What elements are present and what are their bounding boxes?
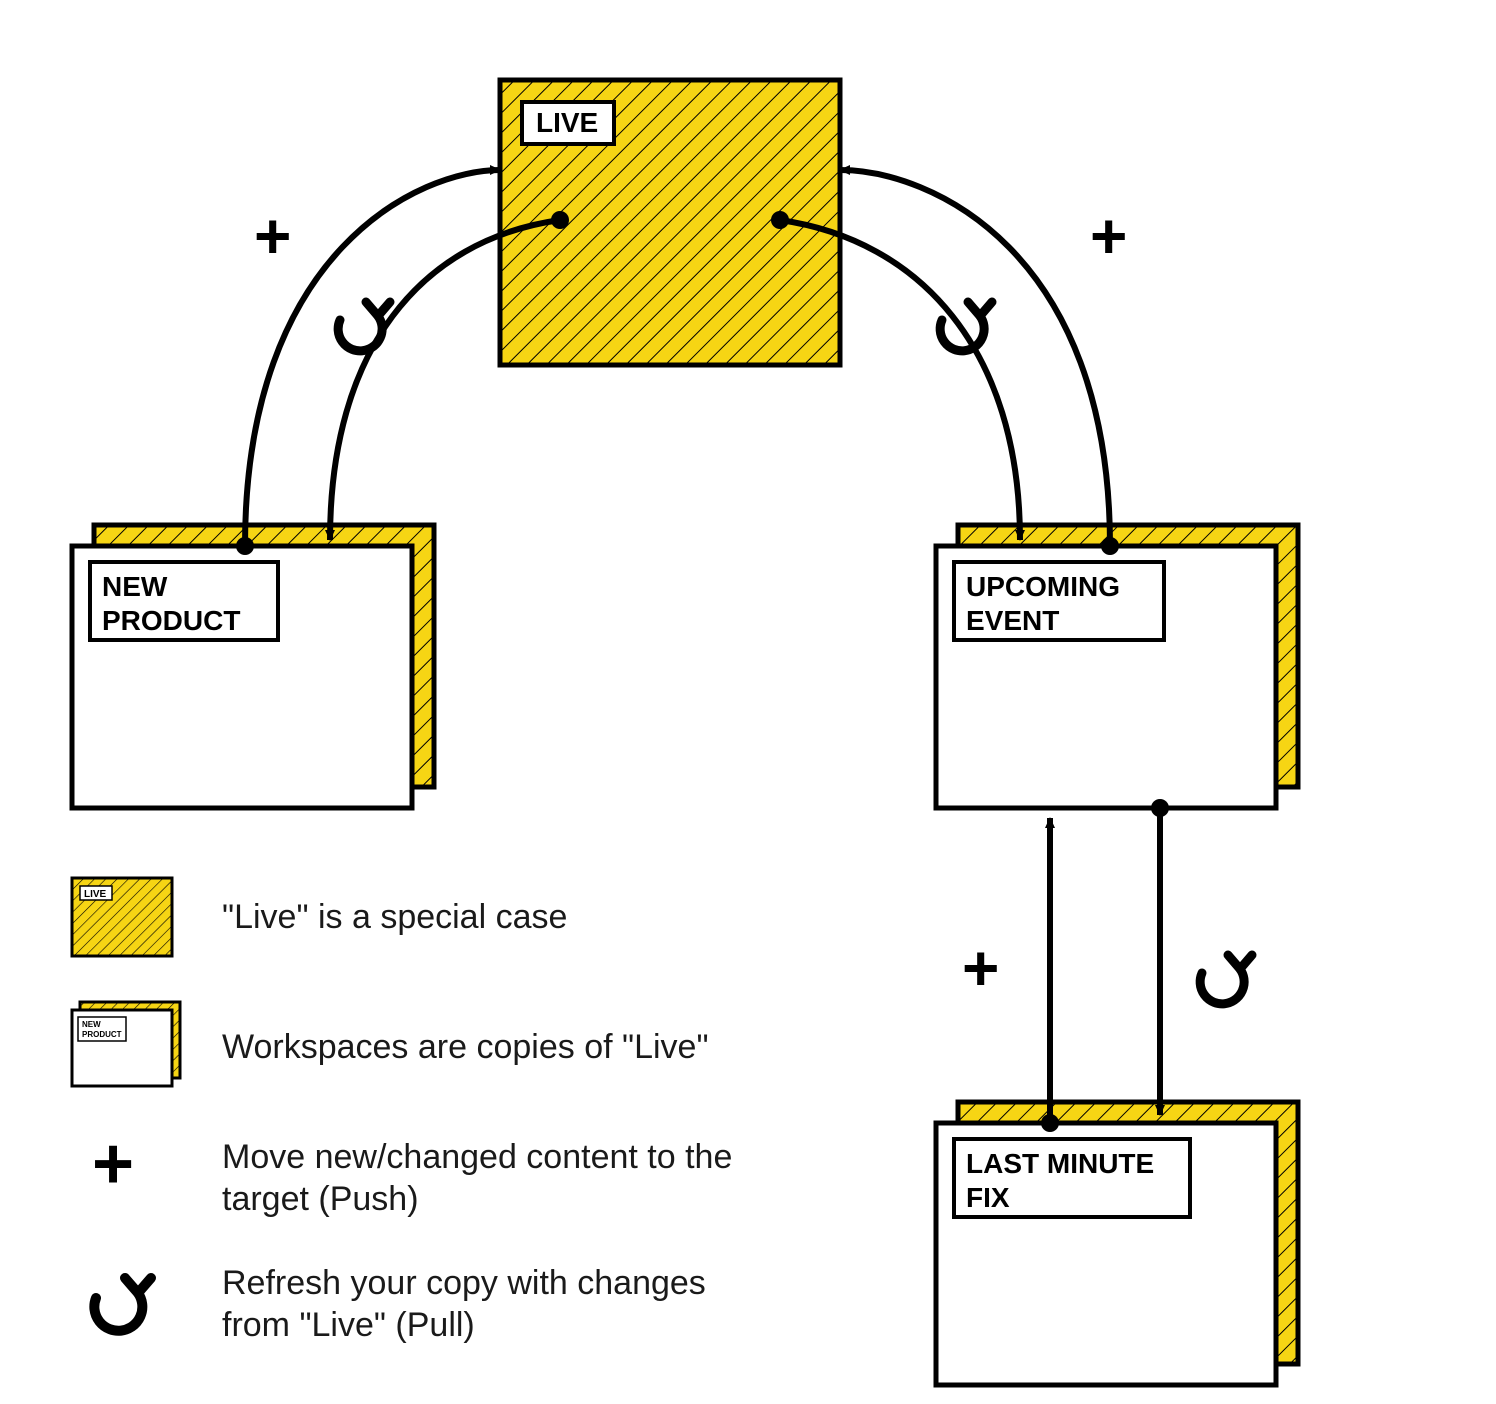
refresh-icon: [94, 1278, 151, 1331]
new-product-label-2: PRODUCT: [102, 605, 240, 636]
upcoming-event-label-2: EVENT: [966, 605, 1059, 636]
last-minute-fix-label-1: LAST MINUTE: [966, 1148, 1154, 1179]
legend-item-1: "Live" is a special case: [222, 898, 567, 936]
plus-icon: +: [92, 1124, 134, 1204]
last-minute-fix-label-2: FIX: [966, 1182, 1010, 1213]
legend-item-2: Workspaces are copies of "Live": [222, 1028, 709, 1066]
legend: LIVE "Live" is a special case NEW PRODUC…: [72, 878, 732, 1344]
live-label: LIVE: [536, 107, 598, 138]
legend-item-3b: target (Push): [222, 1180, 419, 1218]
last-minute-fix-node: LAST MINUTE FIX: [936, 1102, 1298, 1385]
svg-text:PRODUCT: PRODUCT: [82, 1030, 122, 1039]
refresh-icon: [338, 302, 390, 351]
new-product-node: NEW PRODUCT: [72, 525, 434, 808]
plus-icon: +: [1090, 200, 1127, 272]
workspace-diagram: LIVE NEW PRODUCT UPCOMING EVENT LAST MIN…: [0, 0, 1496, 1404]
plus-icon: +: [962, 932, 999, 1004]
legend-item-3a: Move new/changed content to the: [222, 1138, 732, 1176]
legend-live-mini: LIVE: [72, 878, 172, 956]
legend-item-4b: from "Live" (Pull): [222, 1306, 475, 1344]
upcoming-event-label-1: UPCOMING: [966, 571, 1120, 602]
legend-item-4a: Refresh your copy with changes: [222, 1264, 706, 1302]
svg-text:LIVE: LIVE: [84, 889, 107, 900]
upcoming-event-node: UPCOMING EVENT: [936, 525, 1298, 808]
svg-text:NEW: NEW: [82, 1020, 101, 1029]
new-product-label-1: NEW: [102, 571, 168, 602]
refresh-icon: [1200, 955, 1252, 1004]
arrows-vertical: +: [962, 799, 1252, 1132]
plus-icon: +: [254, 200, 291, 272]
legend-workspace-mini: NEW PRODUCT: [72, 1002, 180, 1086]
